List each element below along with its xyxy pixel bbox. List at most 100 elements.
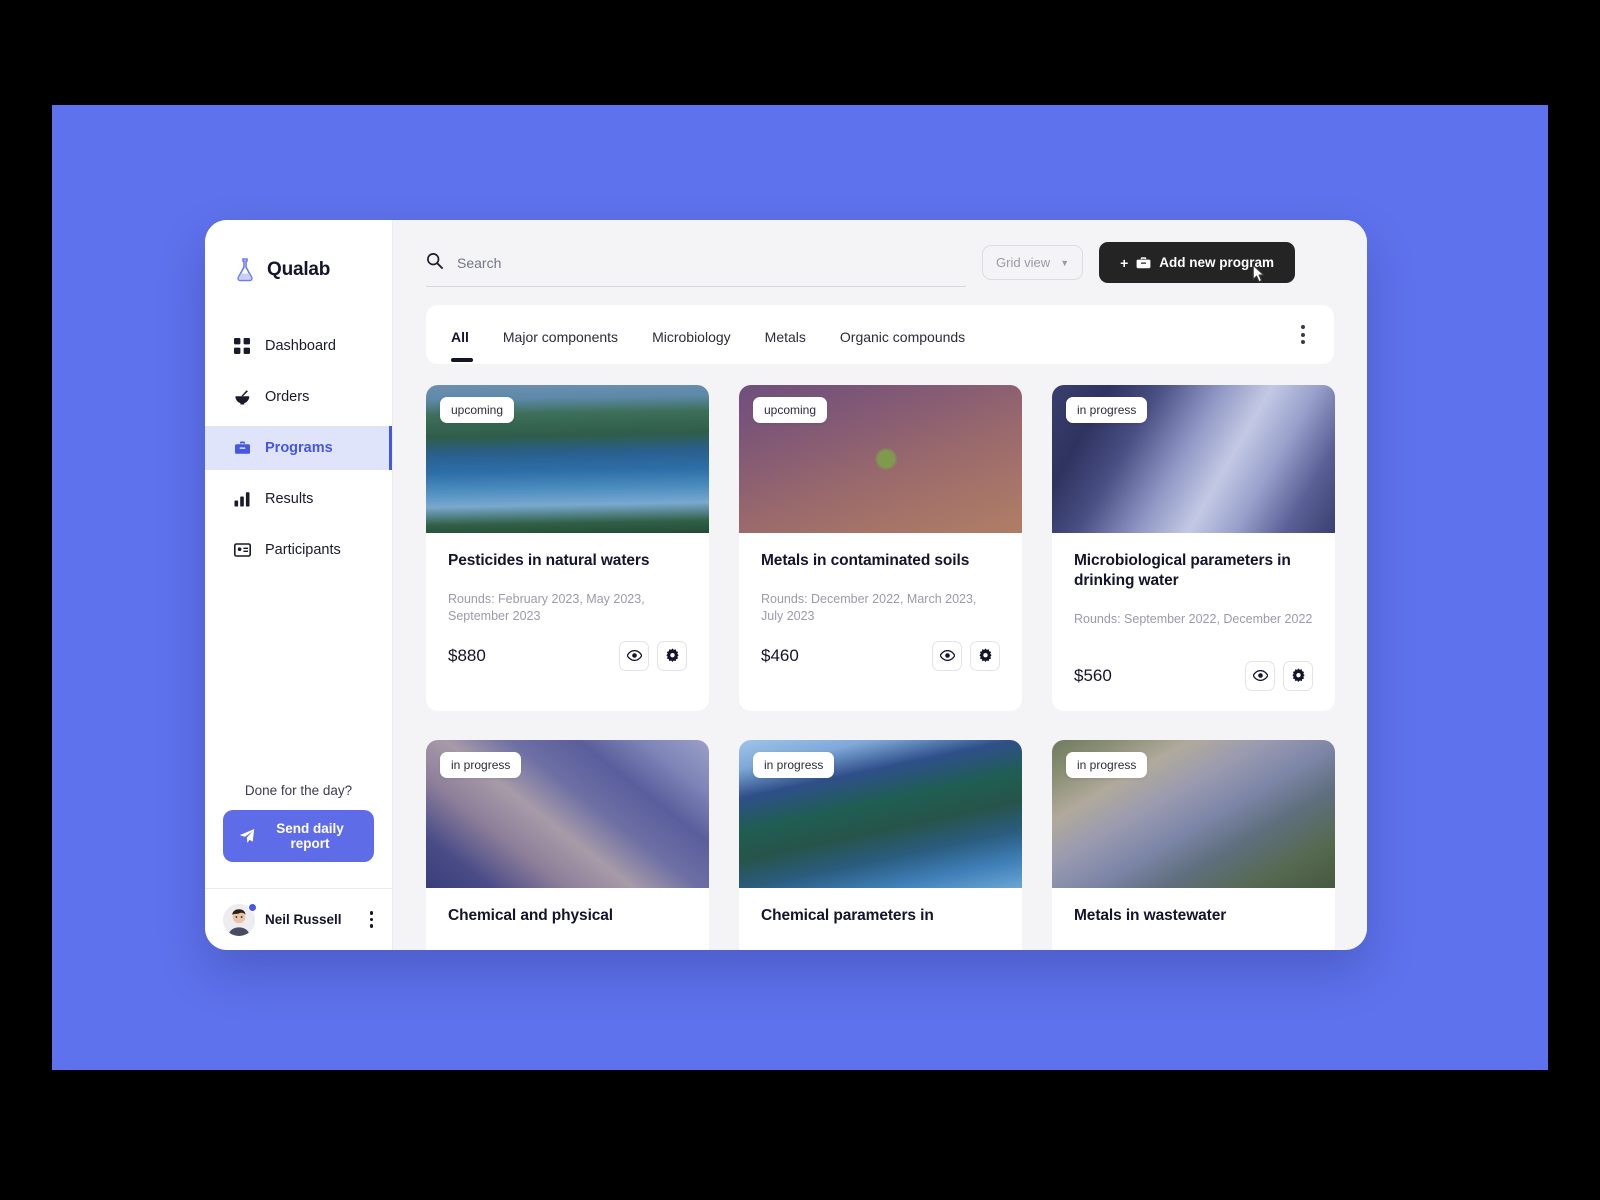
- search-field[interactable]: [426, 252, 966, 288]
- eye-icon: [626, 650, 642, 662]
- program-price: $880: [448, 645, 486, 665]
- search-icon: [426, 252, 443, 274]
- program-card-body: Metals in wastewater: [1052, 888, 1335, 950]
- program-title: Metals in contaminated soils: [761, 551, 970, 569]
- id-card-icon: [233, 541, 251, 559]
- send-daily-report-label: Send daily report: [276, 821, 344, 851]
- sidebar-item-label: Programs: [265, 440, 333, 456]
- program-image-treatment-plant-aerial: in progress: [1052, 739, 1335, 888]
- view-program-button[interactable]: [1245, 660, 1275, 691]
- program-settings-button[interactable]: [1283, 660, 1313, 691]
- sidebar-item-label: Participants: [265, 542, 341, 558]
- program-title: Microbiological parameters in drinking w…: [1074, 551, 1291, 589]
- bar-chart-icon: [233, 490, 251, 508]
- topbar: Grid view ▼ + Add new program: [393, 220, 1367, 305]
- view-mode-select[interactable]: Grid view ▼: [982, 245, 1084, 281]
- app-window: Qualab Dashboard Orders Programs Results…: [205, 220, 1367, 950]
- program-title: Metals in wastewater: [1074, 906, 1227, 924]
- tab-all[interactable]: All: [451, 325, 473, 362]
- program-card-footer: $560: [1074, 660, 1313, 691]
- program-card-footer: $460: [761, 640, 1000, 671]
- program-settings-button[interactable]: [970, 640, 1000, 671]
- program-card[interactable]: upcoming Pesticides in natural waters Ro…: [426, 384, 709, 711]
- sidebar-item-results[interactable]: Results: [205, 477, 392, 521]
- add-new-program-button[interactable]: + Add new program: [1099, 242, 1296, 284]
- mortar-pestle-icon: [233, 388, 251, 406]
- program-card[interactable]: in progress Microbiological parameters i…: [1052, 384, 1335, 711]
- tab-microbiology[interactable]: Microbiology: [652, 325, 731, 345]
- gear-icon: [978, 648, 993, 663]
- program-actions: [1245, 660, 1313, 691]
- program-image-river-valley-forest: in progress: [739, 739, 1022, 888]
- program-title: Chemical and physical: [448, 906, 614, 924]
- gear-icon: [1291, 668, 1306, 683]
- program-card-body: Pesticides in natural waters Rounds: Feb…: [426, 533, 709, 711]
- programs-scroll-area[interactable]: upcoming Pesticides in natural waters Ro…: [393, 364, 1367, 950]
- briefcase-icon: [233, 439, 251, 457]
- program-card-body: Chemical and physical: [426, 888, 709, 950]
- dashboard-grid-icon: [233, 337, 251, 355]
- send-daily-report-button[interactable]: Send daily report: [223, 810, 374, 862]
- daily-report-section: Done for the day? Send daily report: [205, 783, 392, 862]
- program-card[interactable]: upcoming Metals in contaminated soils Ro…: [739, 384, 1022, 711]
- program-rounds: Rounds: September 2022, December 2022: [1074, 611, 1313, 626]
- program-title: Chemical parameters in: [761, 906, 934, 924]
- tabs-overflow-kebab-icon[interactable]: [1297, 321, 1309, 348]
- category-tabs: All Major components Microbiology Metals…: [451, 325, 1297, 362]
- view-mode-label: Grid view: [996, 255, 1051, 271]
- program-card[interactable]: in progress Metals in wastewater: [1052, 739, 1335, 950]
- status-badge: upcoming: [440, 396, 515, 423]
- status-badge: upcoming: [753, 396, 828, 423]
- main-content: Grid view ▼ + Add new program: [393, 220, 1367, 950]
- sidebar-item-programs[interactable]: Programs: [205, 426, 392, 470]
- add-new-program-label: Add new program: [1159, 255, 1275, 271]
- sidebar-item-dashboard[interactable]: Dashboard: [205, 324, 392, 368]
- brand-logo[interactable]: Qualab: [205, 220, 392, 292]
- program-rounds: Rounds: February 2023, May 2023, Septemb…: [448, 591, 645, 623]
- user-name: Neil Russell: [265, 912, 342, 927]
- status-badge: in progress: [1066, 396, 1148, 423]
- sidebar-item-label: Results: [265, 491, 314, 507]
- daily-report-prompt: Done for the day?: [244, 783, 353, 798]
- program-actions: [932, 640, 1000, 671]
- status-badge: in progress: [753, 751, 835, 778]
- online-status-dot: [248, 902, 257, 912]
- view-program-button[interactable]: [619, 640, 649, 671]
- tab-major-components[interactable]: Major components: [503, 325, 618, 345]
- status-badge: in progress: [1066, 751, 1148, 778]
- program-card[interactable]: in progress Chemical parameters in: [739, 739, 1022, 950]
- program-settings-button[interactable]: [657, 640, 687, 671]
- program-rounds: [448, 946, 687, 950]
- program-price: $460: [761, 645, 799, 665]
- eye-icon: [939, 650, 955, 662]
- program-card-body: Microbiological parameters in drinking w…: [1052, 533, 1335, 711]
- chevron-down-icon: ▼: [1060, 257, 1070, 268]
- tab-organic-compounds[interactable]: Organic compounds: [840, 325, 965, 345]
- program-rounds: Rounds: December 2022, March 2023, July …: [761, 591, 977, 623]
- screenshot-stage: Qualab Dashboard Orders Programs Results…: [0, 0, 1600, 1200]
- paper-plane-icon: [239, 828, 255, 844]
- category-tabs-bar: All Major components Microbiology Metals…: [426, 305, 1334, 364]
- program-actions: [619, 640, 687, 671]
- program-image-soil-with-green-leaf: upcoming: [739, 384, 1022, 533]
- status-badge: in progress: [440, 751, 522, 778]
- brand-name: Qualab: [267, 259, 331, 280]
- user-menu-kebab-icon[interactable]: [367, 907, 377, 932]
- search-input[interactable]: [457, 255, 966, 272]
- program-image-tap-water-splash: in progress: [1052, 384, 1335, 533]
- program-card[interactable]: in progress Chemical and physical: [426, 739, 709, 950]
- program-card-footer: $880: [448, 640, 687, 671]
- gear-icon: [665, 648, 680, 663]
- sidebar-item-participants[interactable]: Participants: [205, 528, 392, 572]
- sidebar-user-row[interactable]: Neil Russell: [205, 888, 392, 950]
- program-rounds: [761, 946, 1000, 950]
- plus-icon: +: [1120, 254, 1129, 271]
- programs-grid: upcoming Pesticides in natural waters Ro…: [426, 384, 1335, 950]
- program-price: $560: [1074, 665, 1112, 685]
- sidebar-item-label: Dashboard: [265, 338, 336, 354]
- view-program-button[interactable]: [932, 640, 962, 671]
- tab-metals[interactable]: Metals: [765, 325, 806, 345]
- eye-icon: [1252, 670, 1268, 682]
- sidebar-item-orders[interactable]: Orders: [205, 375, 392, 419]
